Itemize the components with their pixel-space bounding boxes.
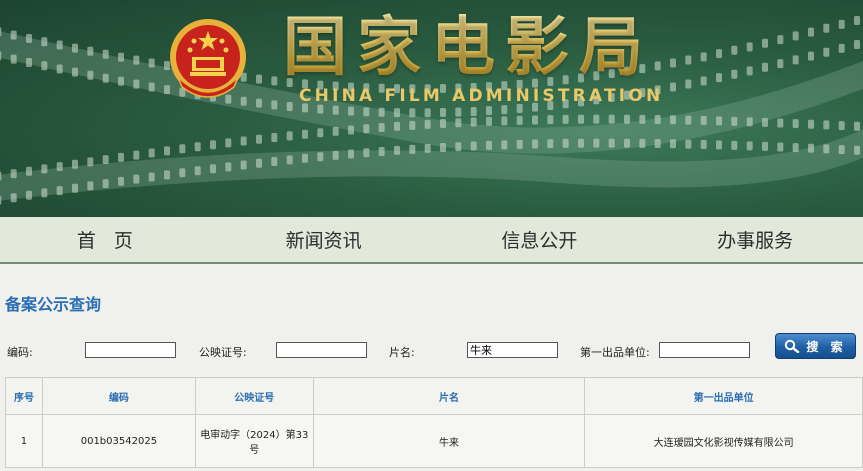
- cell-index: 1: [5, 414, 43, 468]
- film-name-label: 片名:: [389, 346, 415, 359]
- section-title: 备案公示查询: [5, 295, 102, 314]
- table-row[interactable]: 1 001b03542025 电审动字（2024）第33号 牛来 大连瑷园文化影…: [5, 414, 863, 468]
- film-name-input[interactable]: [467, 342, 558, 358]
- column-header-code: 编码: [41, 377, 196, 415]
- nav-item-services[interactable]: 办事服务: [647, 217, 863, 262]
- nav-item-news[interactable]: 新闻资讯: [216, 217, 432, 262]
- site-title-cn: 国家电影局: [283, 8, 653, 88]
- producer-input[interactable]: [659, 342, 750, 358]
- national-emblem-icon: [168, 17, 248, 101]
- cell-film: 牛来: [312, 414, 586, 468]
- producer-label: 第一出品单位:: [580, 346, 650, 359]
- code-input[interactable]: [85, 342, 176, 358]
- header-banner: 国家电影局 CHINA FILM ADMINISTRATION: [0, 0, 863, 217]
- site-title-en: CHINA FILM ADMINISTRATION: [299, 86, 664, 106]
- search-button[interactable]: 搜 索: [775, 333, 856, 359]
- search-filters: 编码: 公映证号: 片名: 第一出品单位:: [0, 338, 863, 364]
- table-header-row: 序号 编码 公映证号 片名 第一出品单位: [5, 377, 863, 415]
- nav-item-info[interactable]: 信息公开: [432, 217, 648, 262]
- column-header-license: 公映证号: [194, 377, 314, 415]
- cell-license: 电审动字（2024）第33号: [194, 414, 314, 468]
- column-header-producer: 第一出品单位: [584, 377, 863, 415]
- search-button-label: 搜 索: [806, 339, 847, 354]
- main-nav: 首 页 新闻资讯 信息公开 办事服务: [0, 217, 863, 264]
- cell-producer: 大连瑷园文化影视传媒有限公司: [584, 414, 863, 468]
- cell-code: 001b03542025: [41, 414, 196, 468]
- license-label: 公映证号:: [199, 346, 247, 359]
- column-header-index: 序号: [5, 377, 43, 415]
- nav-item-home[interactable]: 首 页: [0, 217, 216, 262]
- main-content: 备案公示查询 编码: 公映证号: 片名: 第一出品单位: 搜 索 序号 编码 公…: [0, 264, 863, 471]
- code-label: 编码:: [7, 346, 33, 359]
- search-icon: [784, 339, 800, 353]
- results-table: 序号 编码 公映证号 片名 第一出品单位 1 001b03542025 电审动字…: [5, 377, 863, 468]
- license-input[interactable]: [276, 342, 367, 358]
- column-header-film: 片名: [312, 377, 586, 415]
